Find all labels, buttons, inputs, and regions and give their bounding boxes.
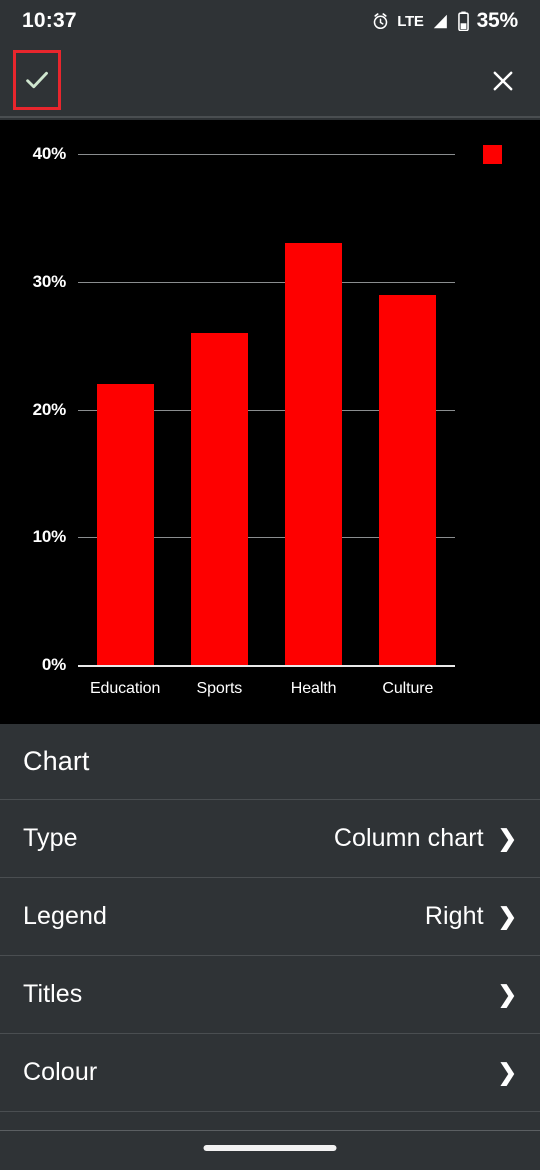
- settings-row-value: Column chart: [333, 824, 484, 852]
- settings-row-label: Titles: [23, 980, 83, 1008]
- chart-settings-panel: Chart Type Column chart ❯ Legend Right ❯ Title…: [0, 724, 540, 1170]
- chart-bar: [190, 332, 248, 665]
- chart-bar: [96, 383, 154, 665]
- settings-row-titles[interactable]: Titles ❯: [0, 956, 540, 1033]
- system-nav-bar: [0, 1130, 540, 1170]
- app-bar-divider: [0, 116, 540, 118]
- chart-bar: [379, 294, 437, 665]
- chart-gridline: [78, 281, 455, 283]
- chart-y-tick-label: 20%: [32, 399, 67, 419]
- battery-icon: [457, 11, 470, 32]
- chart-bar: [285, 243, 343, 665]
- status-bar: 10:37 LTE 35%: [0, 0, 540, 42]
- settings-row-divider: [0, 1111, 540, 1112]
- chart-x-tick-label: Education: [89, 680, 161, 697]
- settings-row-legend[interactable]: Legend Right ❯: [0, 878, 540, 955]
- chevron-right-icon: ❯: [497, 981, 517, 1007]
- app-bar: [0, 42, 540, 118]
- chevron-right-icon: ❯: [497, 1059, 517, 1085]
- alarm-clock-icon: [371, 12, 390, 31]
- chart-y-tick-label: 40%: [32, 144, 67, 163]
- settings-rows: Type Column chart ❯ Legend Right ❯ Titles ❯ Colo…: [0, 800, 540, 1112]
- status-icons: LTE 35%: [371, 9, 518, 33]
- chart-legend-swatch: [483, 145, 502, 164]
- chart-axis-line: [78, 665, 455, 667]
- chart-gridline: [78, 154, 455, 155]
- settings-row-right: Column chart ❯: [334, 824, 517, 853]
- settings-row-label: Legend: [23, 902, 108, 930]
- close-icon: [489, 67, 517, 95]
- settings-row-type[interactable]: Type Column chart ❯: [0, 800, 540, 877]
- settings-row-label: Type: [23, 824, 78, 852]
- nav-bar-divider: [0, 1130, 540, 1131]
- signal-bars-icon: [431, 12, 450, 31]
- network-type-label: LTE: [397, 12, 424, 30]
- battery-percent-label: 35%: [476, 9, 519, 32]
- settings-row-colour[interactable]: Colour ❯: [0, 1034, 540, 1111]
- settings-row-right: ❯: [498, 983, 517, 1006]
- chart-y-tick-label: 0%: [41, 655, 66, 674]
- confirm-button[interactable]: [13, 50, 61, 110]
- settings-section-title: Chart: [23, 746, 90, 776]
- chevron-right-icon: ❯: [497, 903, 517, 929]
- settings-row-value: Right: [424, 902, 484, 930]
- settings-row-right: ❯: [498, 1061, 517, 1084]
- gesture-home-handle[interactable]: [203, 1145, 337, 1151]
- chart-y-tick-label: 10%: [32, 527, 67, 547]
- chart-x-tick-label: Culture: [382, 680, 434, 697]
- settings-row-right: Right ❯: [425, 902, 517, 931]
- close-button[interactable]: [482, 60, 524, 102]
- chevron-right-icon: ❯: [497, 825, 517, 851]
- chart-preview[interactable]: 0% 10% 20% 30% 40% Education Sports Health Cultu…: [0, 120, 540, 724]
- status-time: 10:37: [22, 9, 77, 32]
- settings-row-label: Colour: [23, 1058, 98, 1086]
- chart-x-tick-label: Sports: [196, 680, 243, 697]
- chart-y-tick-label: 30%: [32, 271, 67, 291]
- check-icon: [22, 65, 52, 95]
- chart-x-tick-label: Health: [290, 680, 337, 697]
- app-screen: 10:37 LTE 35% 0% 10% 20% 30% 40% Educati…: [0, 0, 540, 1170]
